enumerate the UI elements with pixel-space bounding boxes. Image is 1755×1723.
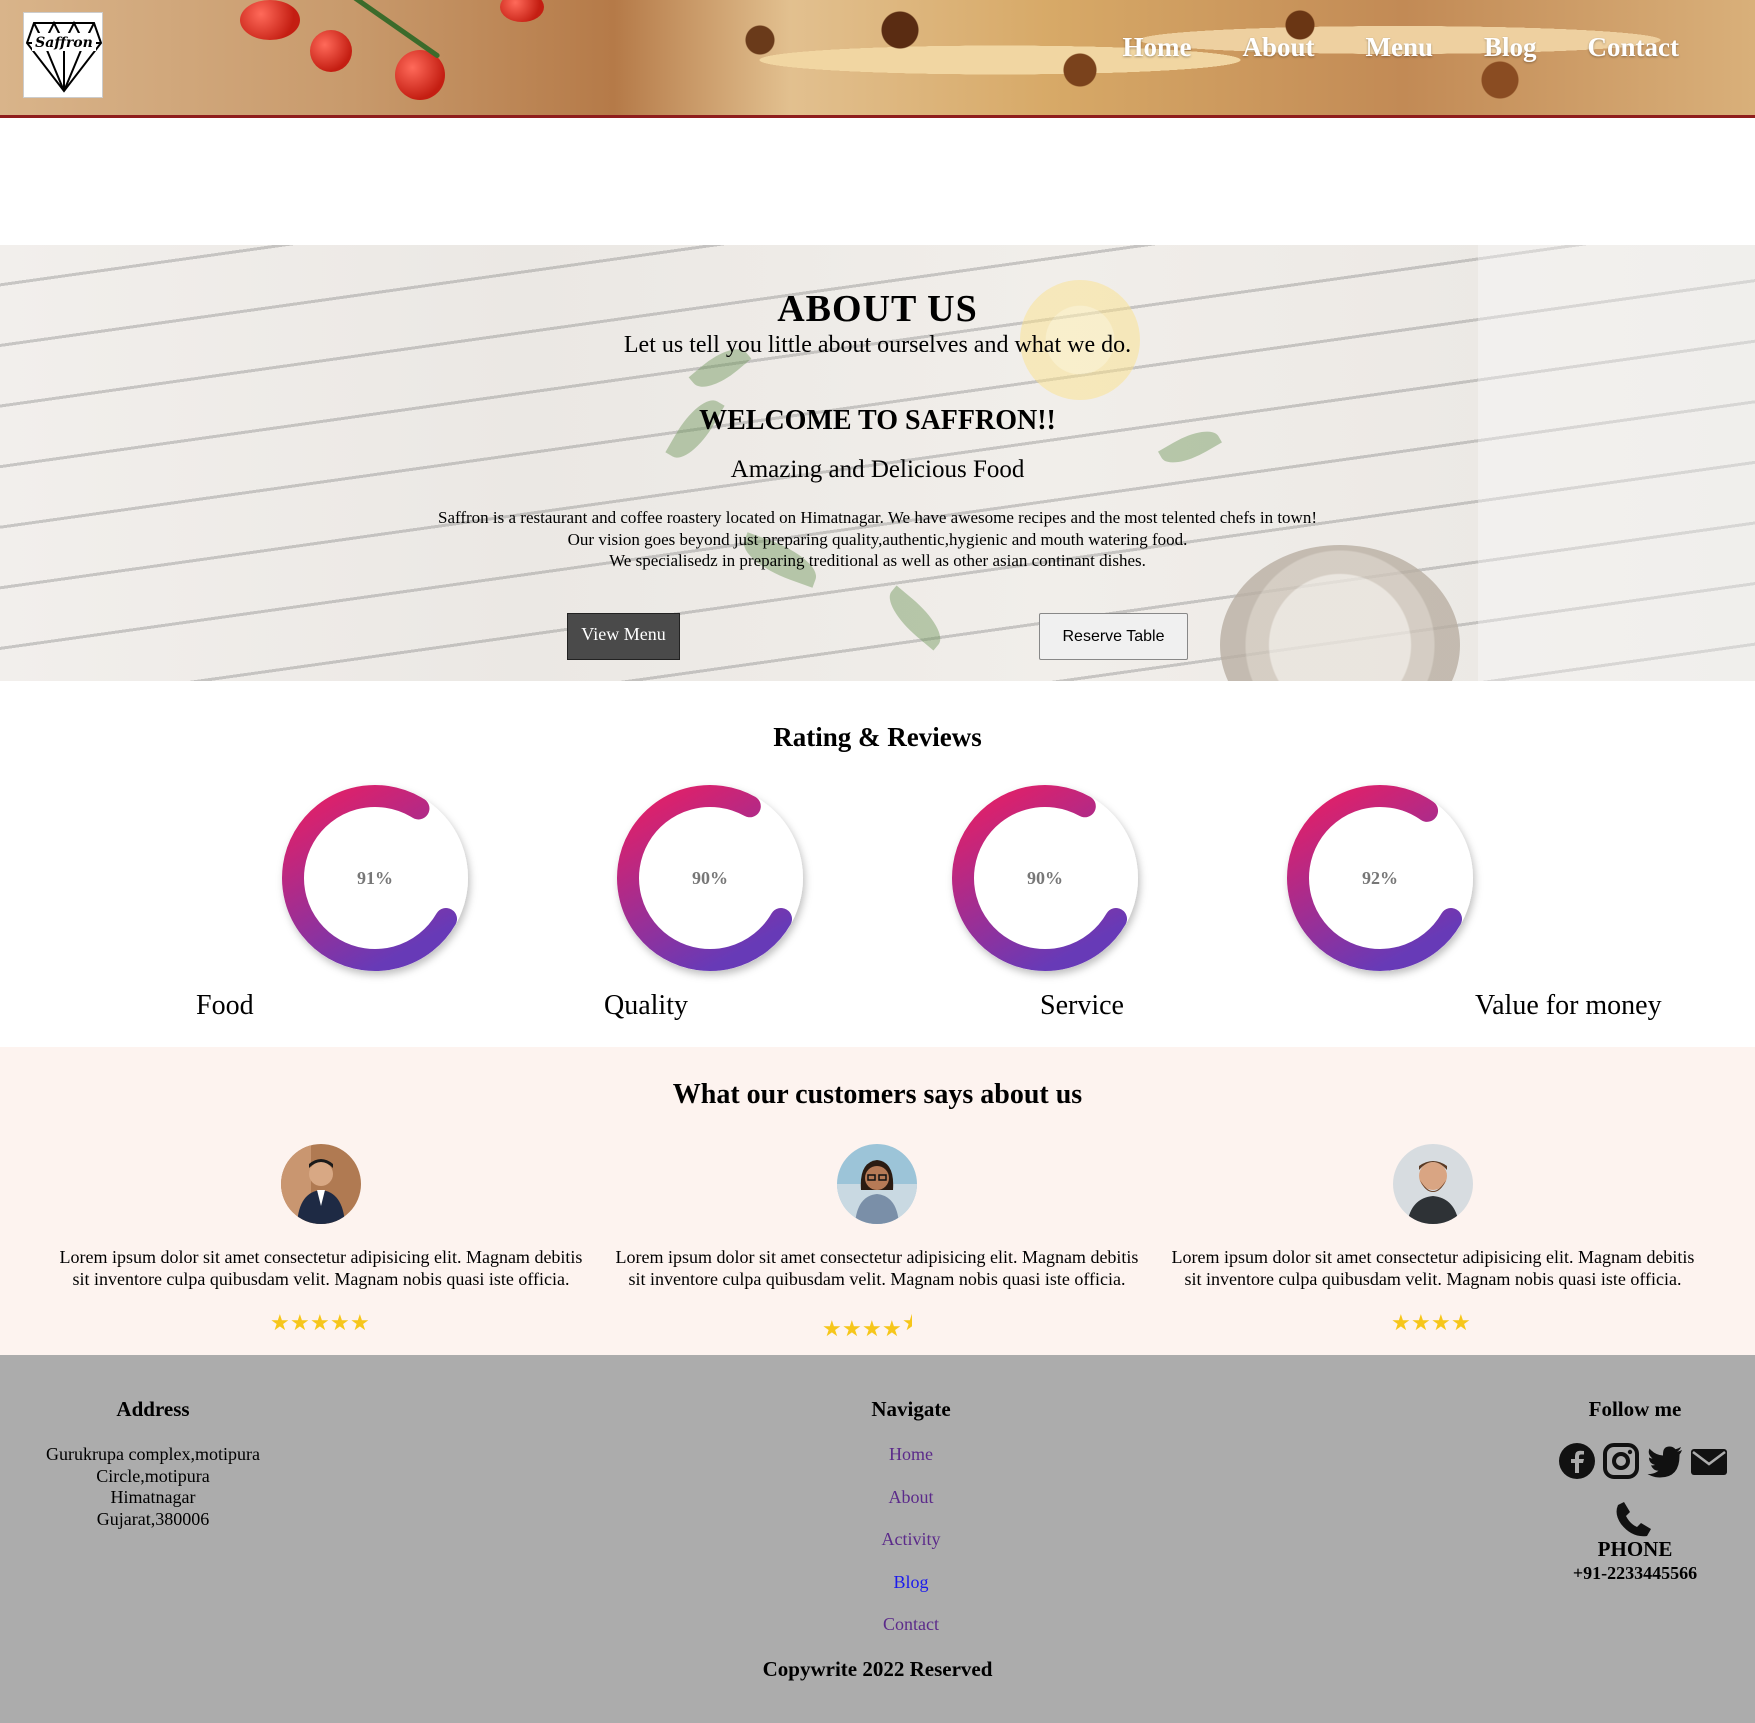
footer-link-activity[interactable]: Activity	[811, 1529, 1011, 1572]
star-icon: ★	[822, 1316, 842, 1341]
header-tomato-decoration	[310, 30, 352, 72]
site-header: Saffron Home About Menu Blog Contact	[0, 0, 1755, 118]
rating-percent: 90%	[692, 868, 728, 888]
star-icon: ★	[270, 1310, 290, 1335]
testimonial-text: Lorem ipsum dolor sit amet consectetur a…	[1171, 1247, 1695, 1289]
footer-link-home[interactable]: Home	[811, 1444, 1011, 1487]
star-icon: ★	[862, 1316, 882, 1341]
logo-text: Saffron	[35, 35, 93, 51]
rating-percent: 92%	[1362, 868, 1398, 888]
star-rating: ★★★★★	[822, 1310, 912, 1342]
avatar-bearded-man-icon	[1393, 1144, 1473, 1224]
address-line: Gujarat,380006	[96, 1508, 210, 1529]
avatar-woman-glasses-icon	[837, 1144, 917, 1224]
rating-label-quality: Quality	[604, 990, 688, 1021]
email-icon[interactable]	[1690, 1442, 1728, 1480]
star-rating: ★★★★	[1391, 1310, 1471, 1336]
star-icon: ★	[330, 1310, 350, 1335]
view-menu-button[interactable]: View Menu	[567, 613, 680, 660]
header-tomato-decoration	[240, 0, 300, 40]
rating-label-value: Value for money	[1475, 990, 1662, 1021]
testimonials-title: What our customers says about us	[672, 1079, 1083, 1110]
rating-ring-service: 90%	[950, 783, 1140, 973]
star-rating: ★★★★★	[270, 1310, 370, 1336]
star-icon: ★	[882, 1316, 902, 1341]
about-desc-line: We specialisedz in preparing treditional…	[609, 551, 1146, 570]
star-icon: ★	[1411, 1310, 1431, 1335]
main-nav: Home About Menu Blog Contact	[1122, 32, 1755, 72]
address-block: Gurukrupa complex,motipura Circle,motipu…	[23, 1444, 283, 1530]
address-line: Gurukrupa complex,motipura	[46, 1444, 260, 1464]
testimonial-text: Lorem ipsum dolor sit amet consectetur a…	[59, 1247, 583, 1289]
testimonial-text: Lorem ipsum dolor sit amet consectetur a…	[615, 1247, 1139, 1289]
about-desc-line: Saffron is a restaurant and coffee roast…	[437, 508, 1317, 527]
half-star-icon: ★	[902, 1310, 912, 1335]
star-icon: ★	[842, 1316, 862, 1341]
about-section: ABOUT US Let us tell you little about ou…	[0, 245, 1755, 681]
star-icon: ★	[310, 1310, 330, 1335]
address-title: Address	[116, 1397, 190, 1421]
ratings-title: Rating & Reviews	[773, 722, 982, 752]
follow-title: Follow me	[1588, 1397, 1682, 1421]
testimonials-section: What our customers says about us Lorem i…	[0, 1047, 1755, 1355]
facebook-icon[interactable]	[1558, 1442, 1596, 1480]
rating-percent: 91%	[357, 868, 393, 888]
star-icon: ★	[1391, 1310, 1411, 1335]
rating-label-food: Food	[196, 990, 254, 1021]
star-icon: ★	[1451, 1310, 1471, 1335]
footer-nav: Home About Activity Blog Contact	[811, 1444, 1011, 1657]
saffron-diamond-logo-icon: Saffron	[25, 20, 103, 93]
address-line: Himatnagar	[110, 1487, 196, 1507]
nav-about[interactable]: About	[1242, 32, 1314, 72]
rating-percent: 90%	[1027, 868, 1063, 888]
rating-ring-food: 91%	[280, 783, 470, 973]
footer-link-blog[interactable]: Blog	[811, 1572, 1011, 1615]
header-stem-decoration	[339, 0, 441, 59]
customer-avatar	[281, 1144, 361, 1224]
avatar-man-suit-icon	[281, 1144, 361, 1224]
header-tomato-decoration	[500, 0, 544, 22]
phone-label: PHONE	[1597, 1537, 1673, 1561]
about-subtitle: Let us tell you little about ourselves a…	[623, 332, 1132, 358]
about-desc-line: Our vision goes beyond just preparing qu…	[567, 529, 1188, 549]
rating-ring-quality: 90%	[615, 783, 805, 973]
instagram-icon[interactable]	[1602, 1442, 1640, 1480]
nav-blog[interactable]: Blog	[1484, 32, 1537, 72]
rating-ring-value: 92%	[1285, 783, 1475, 973]
star-icon: ★	[1431, 1310, 1451, 1335]
customer-avatar	[837, 1144, 917, 1224]
leaf-decoration	[879, 585, 951, 651]
reserve-table-button[interactable]: Reserve Table	[1039, 613, 1188, 660]
nav-menu[interactable]: Menu	[1366, 32, 1434, 72]
star-icon: ★	[290, 1310, 310, 1335]
star-icon: ★	[350, 1310, 370, 1335]
about-tagline: Amazing and Delicious Food	[730, 456, 1025, 483]
navigate-title: Navigate	[871, 1397, 951, 1421]
about-title: ABOUT US	[777, 288, 978, 330]
customer-avatar	[1393, 1144, 1473, 1224]
site-logo[interactable]: Saffron	[23, 12, 103, 98]
nav-contact[interactable]: Contact	[1588, 32, 1679, 72]
footer-link-about[interactable]: About	[811, 1487, 1011, 1530]
social-links	[1558, 1442, 1728, 1480]
twitter-icon[interactable]	[1646, 1442, 1684, 1480]
rating-label-service: Service	[1040, 990, 1124, 1021]
nav-home[interactable]: Home	[1122, 32, 1191, 72]
phone-number: +91-2233445566	[1572, 1563, 1698, 1583]
footer-link-contact[interactable]: Contact	[811, 1614, 1011, 1657]
copyright-text: Copywrite 2022 Reserved	[762, 1657, 993, 1681]
welcome-heading: WELCOME TO SAFFRON!!	[699, 405, 1056, 436]
about-description: Saffron is a restaurant and coffee roast…	[0, 507, 1755, 572]
address-line: Circle,motipura	[96, 1465, 210, 1486]
